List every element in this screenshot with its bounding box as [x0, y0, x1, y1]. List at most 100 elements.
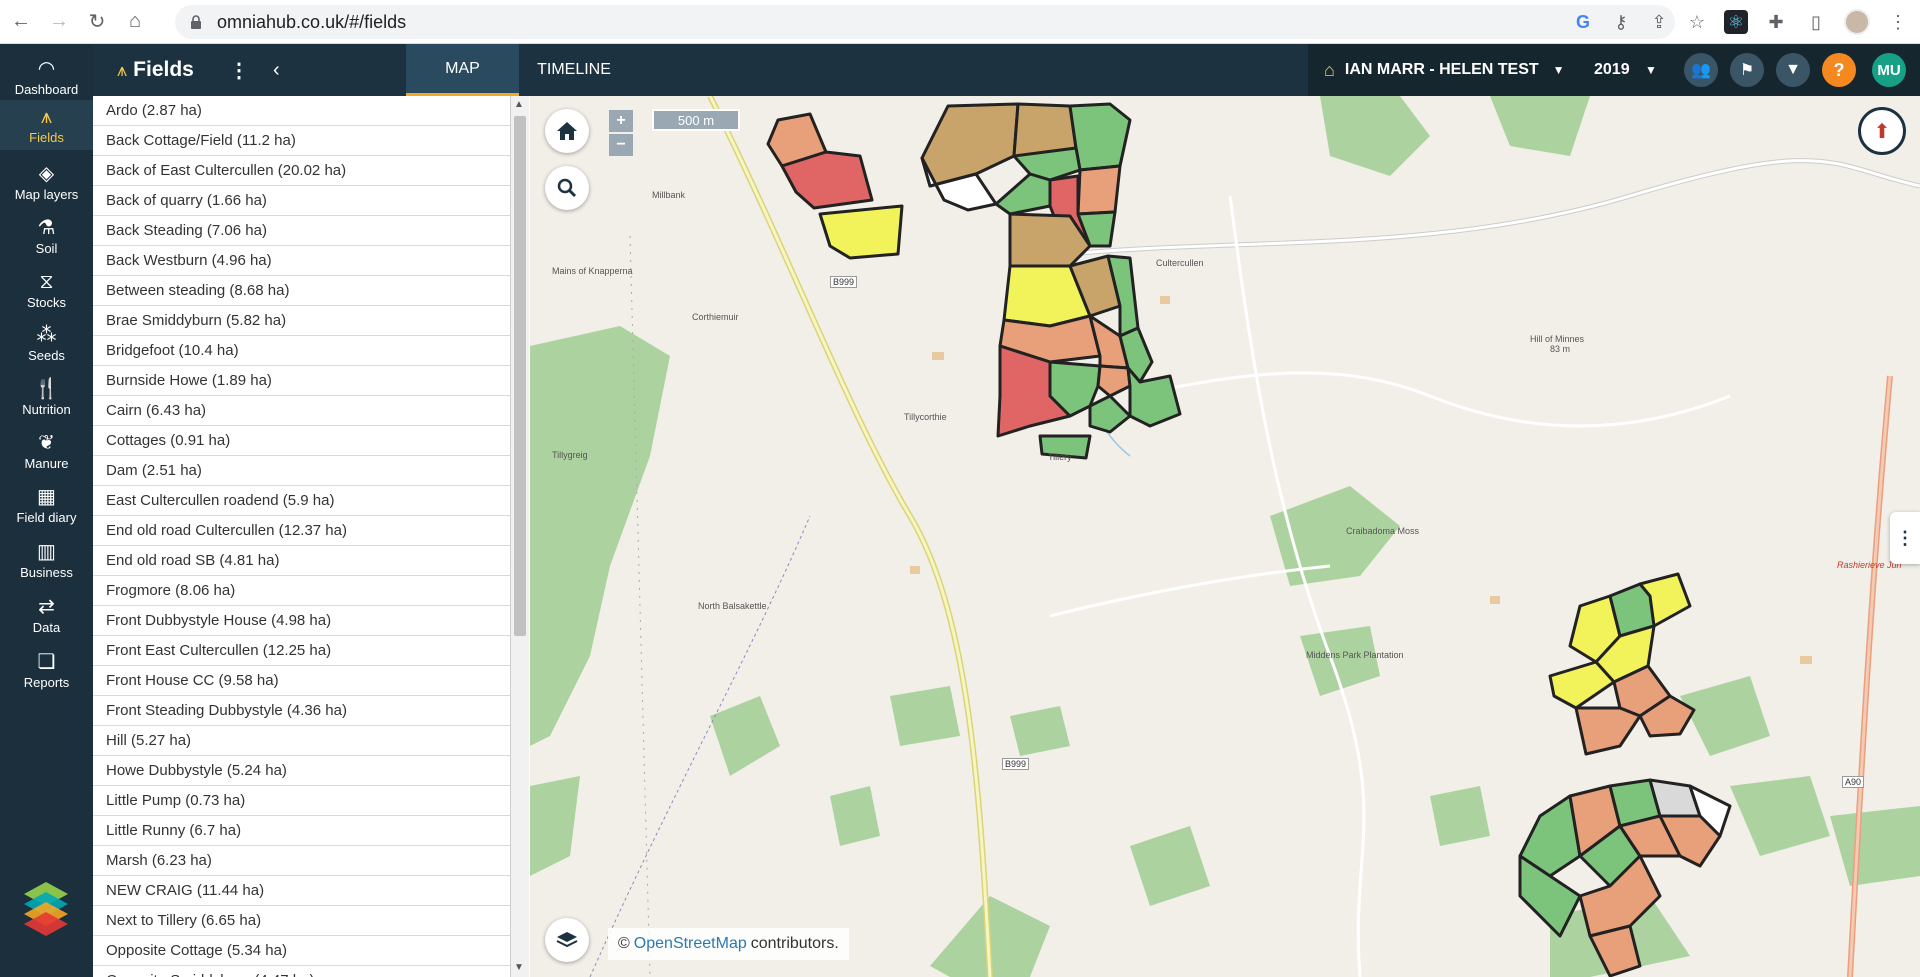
sidebar-item-map-layers[interactable]: ◈ Map layers — [0, 155, 93, 209]
field-list-item[interactable]: Bridgefoot (10.4 ha) — [93, 336, 510, 366]
field-list-item[interactable]: Little Runny (6.7 ha) — [93, 816, 510, 846]
sidebar-item-label: Seeds — [28, 347, 65, 363]
react-extension-icon[interactable]: ⚛ — [1724, 10, 1748, 34]
zoom-out-button[interactable]: − — [609, 134, 633, 156]
scale-bar: 500 m — [652, 109, 740, 131]
browser-toolbar: ← → ↻ ⌂ omniahub.co.uk/#/fields G ⚷ ⇪ ☆ … — [0, 0, 1920, 44]
map-view[interactable]: Millbank Mains of Knapperna Corthiemuir … — [530, 96, 1920, 977]
field-list-item[interactable]: Brae Smiddyburn (5.82 ha) — [93, 306, 510, 336]
field-list-item[interactable]: Burnside Howe (1.89 ha) — [93, 366, 510, 396]
sidebar-item-soil[interactable]: ⚗ Soil — [0, 209, 93, 263]
sidebar-item-field-diary[interactable]: ▦ Field diary — [0, 478, 93, 532]
bookmark-star-icon[interactable]: ☆ — [1686, 11, 1708, 33]
address-bar[interactable]: omniahub.co.uk/#/fields — [175, 5, 1675, 39]
profile-avatar[interactable] — [1844, 9, 1870, 35]
panel-menu-icon[interactable]: ⋮ — [229, 58, 249, 83]
field-list-item[interactable]: Back of quarry (1.66 ha) — [93, 186, 510, 216]
field-list-item[interactable]: Cairn (6.43 ha) — [93, 396, 510, 426]
forward-arrow-icon[interactable]: → — [42, 5, 76, 39]
user-avatar[interactable]: MU — [1872, 53, 1906, 87]
field-list-item[interactable]: End old road Cultercullen (12.37 ha) — [93, 516, 510, 546]
field-list-item[interactable]: End old road SB (4.81 ha) — [93, 546, 510, 576]
field-polygons[interactable] — [766, 102, 1732, 977]
field-list-item[interactable]: Opposite Smiddyburn (4.47 ha) — [93, 966, 510, 977]
home-extent-button[interactable] — [545, 109, 589, 153]
field-list-item[interactable]: Back Cottage/Field (11.2 ha) — [93, 126, 510, 156]
sidebar-item-seeds[interactable]: ⁂ Seeds — [0, 316, 93, 370]
field-list-item[interactable]: Hill (5.27 ha) — [93, 726, 510, 756]
chevron-down-icon[interactable]: ▼ — [1645, 63, 1657, 77]
sidebar-item-dashboard[interactable]: ◠ Dashboard — [0, 50, 93, 104]
field-list-item[interactable]: Cottages (0.91 ha) — [93, 426, 510, 456]
sidebar-item-label: Nutrition — [22, 401, 71, 417]
users-group-icon[interactable]: 👥 — [1684, 53, 1718, 87]
seeds-icon: ⁂ — [36, 323, 57, 346]
back-arrow-icon[interactable]: ← — [4, 5, 38, 39]
map-search-button[interactable] — [545, 166, 589, 210]
scroll-up-icon[interactable]: ▲ — [514, 99, 524, 110]
filter-icon[interactable]: ▼ — [1776, 53, 1810, 87]
field-list-item[interactable]: Between steading (8.68 ha) — [93, 276, 510, 306]
attribution-suffix: contributors. — [750, 935, 839, 952]
zoom-in-button[interactable]: + — [609, 110, 633, 132]
dashboard-icon: ◠ — [37, 57, 56, 80]
sidebar-item-label: Fields — [29, 129, 64, 145]
sidebar-item-reports[interactable]: ❏ Reports — [0, 643, 93, 697]
home-icon[interactable]: ⌂ — [118, 5, 152, 39]
field-list-item[interactable]: Opposite Cottage (5.34 ha) — [93, 936, 510, 966]
field-list-item[interactable]: Frogmore (8.06 ha) — [93, 576, 510, 606]
field-list-item[interactable]: Front Dubbystyle House (4.98 ha) — [93, 606, 510, 636]
side-panel-handle-icon[interactable]: ⋮ — [1890, 512, 1920, 564]
field-list-item[interactable]: Back Westburn (4.96 ha) — [93, 246, 510, 276]
field-list-item[interactable]: East Cultercullen roadend (5.9 ha) — [93, 486, 510, 516]
layer-switcher-button[interactable] — [545, 918, 589, 962]
field-list-item[interactable]: Dam (2.51 ha) — [93, 456, 510, 486]
reload-icon[interactable]: ↻ — [80, 5, 114, 39]
chrome-menu-icon[interactable]: ⋮ — [1886, 10, 1910, 34]
google-icon[interactable]: G — [1572, 11, 1594, 33]
place-label: Hill of Minnes — [1530, 334, 1585, 344]
key-icon[interactable]: ⚷ — [1610, 11, 1632, 33]
chevron-down-icon: ▼ — [1552, 63, 1565, 77]
field-list-item[interactable]: Front House CC (9.58 ha) — [93, 666, 510, 696]
cutlery-icon: 🍴 — [34, 377, 59, 400]
fields-panel-header: ⩚ Fields ⋮ ‹ — [93, 44, 406, 96]
field-list-item[interactable]: Little Pump (0.73 ha) — [93, 786, 510, 816]
sidebar-item-label: Business — [20, 564, 73, 580]
tab-timeline[interactable]: TIMELINE — [519, 44, 629, 96]
field-list-item[interactable]: Back of East Cultercullen (20.02 ha) — [93, 156, 510, 186]
field-list-item[interactable]: Howe Dubbystyle (5.24 ha) — [93, 756, 510, 786]
sidebar-item-label: Field diary — [16, 509, 77, 525]
field-list-item[interactable]: NEW CRAIG (11.44 ha) — [93, 876, 510, 906]
compass-icon[interactable]: ⬆ — [1858, 107, 1906, 155]
sidebar-item-stocks[interactable]: ⧖ Stocks — [0, 263, 93, 317]
field-list-item[interactable]: Ardo (2.87 ha) — [93, 96, 510, 126]
sidebar-item-label: Stocks — [26, 294, 66, 310]
field-list-item[interactable]: Front East Cultercullen (12.25 ha) — [93, 636, 510, 666]
openstreetmap-link[interactable]: OpenStreetMap — [634, 935, 747, 953]
field-list-item[interactable]: Front Steading Dubbystyle (4.36 ha) — [93, 696, 510, 726]
tab-map[interactable]: MAP — [406, 44, 519, 96]
sidebar-item-data[interactable]: ⇄ Data — [0, 588, 93, 642]
field-list-item[interactable]: Marsh (6.23 ha) — [93, 846, 510, 876]
scrollbar-thumb[interactable] — [514, 116, 526, 636]
sidebar-item-manure[interactable]: ❦ Manure — [0, 424, 93, 478]
share-icon[interactable]: ⇪ — [1648, 11, 1670, 33]
scroll-down-icon[interactable]: ▼ — [514, 962, 524, 973]
field-list-item[interactable]: Next to Tillery (6.65 ha) — [93, 906, 510, 936]
year-selector[interactable]: 2019 — [1594, 61, 1630, 79]
sidebar-item-business[interactable]: ▥ Business — [0, 533, 93, 587]
field-list-item[interactable]: Back Steading (7.06 ha) — [93, 216, 510, 246]
help-button[interactable]: ? — [1822, 53, 1856, 87]
flag-icon[interactable]: ⚑ — [1730, 53, 1764, 87]
farm-home-icon: ⌂ — [1324, 59, 1335, 80]
farm-name: IAN MARR - HELEN TEST — [1344, 61, 1539, 78]
flask-icon: ⚗ — [37, 216, 56, 239]
side-panel-icon[interactable]: ▯ — [1804, 10, 1828, 34]
puzzle-extensions-icon[interactable]: ✚ — [1764, 10, 1788, 34]
sidebar-item-fields[interactable]: ⩚ Fields — [0, 100, 93, 150]
collapse-panel-icon[interactable]: ‹ — [273, 59, 280, 82]
fields-icon: ⩚ — [40, 105, 53, 128]
map-canvas[interactable] — [530, 96, 1920, 977]
sidebar-item-nutrition[interactable]: 🍴 Nutrition — [0, 370, 93, 424]
